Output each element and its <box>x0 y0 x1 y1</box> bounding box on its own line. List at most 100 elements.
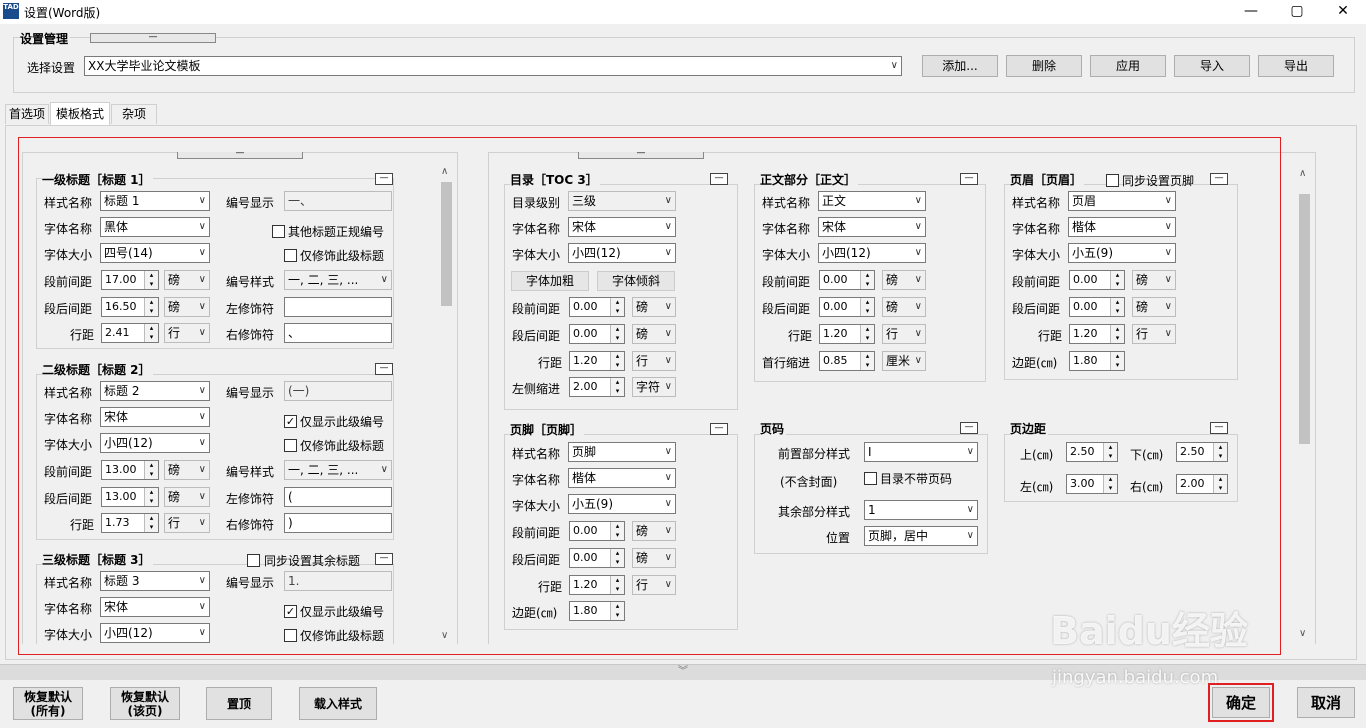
h3-cb1-label[interactable]: 仅显示此级编号 <box>300 603 384 620</box>
pin-top-button[interactable]: 置顶 <box>206 687 272 720</box>
body-size-select[interactable]: 小四(12) <box>818 243 926 263</box>
add-button[interactable]: 添加... <box>922 55 998 77</box>
h3-collapse-button[interactable]: — <box>375 553 393 565</box>
footer-style-select[interactable]: 页脚 <box>568 442 676 462</box>
tab-misc[interactable]: 杂项 <box>111 104 157 124</box>
toc-font-select[interactable]: 宋体 <box>568 217 676 237</box>
footer-after-spin[interactable]: 0.00 <box>569 548 625 568</box>
header-sync-label[interactable]: 同步设置页脚 <box>1122 172 1194 189</box>
footer-before-unit[interactable]: 磅 <box>632 521 676 541</box>
restore-page-button[interactable]: 恢复默认 (该页) <box>110 687 180 720</box>
minimize-button[interactable]: — <box>1228 0 1274 24</box>
h2-line-unit[interactable]: 行 <box>164 513 210 533</box>
delete-button[interactable]: 删除 <box>1006 55 1082 77</box>
tab-preferences[interactable]: 首选项 <box>5 104 49 124</box>
h1-line-spin[interactable]: 2.41 <box>101 323 159 343</box>
h1-cb1-checkbox[interactable] <box>272 225 285 238</box>
h1-size-select[interactable]: 四号(14) <box>100 243 210 263</box>
toc-bold-toggle[interactable]: 字体加粗 <box>511 271 589 291</box>
import-button[interactable]: 导入 <box>1174 55 1250 77</box>
h2-right-input[interactable]: ) <box>284 513 392 533</box>
toc-italic-toggle[interactable]: 字体倾斜 <box>597 271 675 291</box>
load-style-button[interactable]: 载入样式 <box>299 687 377 720</box>
margins-collapse-button[interactable]: — <box>1210 422 1228 434</box>
header-collapse-button[interactable]: — <box>1210 173 1228 185</box>
h2-cb2-label[interactable]: 仅修饰此级标题 <box>300 437 384 454</box>
h2-cb2-checkbox[interactable] <box>284 439 297 452</box>
footer-margin-spin[interactable]: 1.80 <box>569 601 625 621</box>
right-collapse-bar[interactable]: — <box>578 152 704 159</box>
margin-left-spin[interactable]: 3.00 <box>1066 474 1118 494</box>
h1-line-unit[interactable]: 行 <box>164 323 210 343</box>
apply-button[interactable]: 应用 <box>1090 55 1166 77</box>
margin-bottom-spin[interactable]: 2.50 <box>1176 442 1228 462</box>
body-collapse-button[interactable]: — <box>960 173 978 185</box>
h1-before-spin[interactable]: 17.00 <box>101 270 159 290</box>
header-before-unit[interactable]: 磅 <box>1132 270 1176 290</box>
h2-cb1-checkbox[interactable]: ✓ <box>284 415 297 428</box>
right-scroll-thumb[interactable] <box>1299 194 1310 444</box>
toc-line-spin[interactable]: 1.20 <box>569 351 625 371</box>
footer-line-unit[interactable]: 行 <box>632 575 676 595</box>
header-line-unit[interactable]: 行 <box>1132 324 1176 344</box>
footer-line-spin[interactable]: 1.20 <box>569 575 625 595</box>
footer-after-unit[interactable]: 磅 <box>632 548 676 568</box>
h1-cb1-label[interactable]: 其他标题正规编号 <box>288 223 384 240</box>
h2-before-unit[interactable]: 磅 <box>164 460 210 480</box>
h2-cb1-label[interactable]: 仅显示此级编号 <box>300 413 384 430</box>
h2-before-spin[interactable]: 13.00 <box>101 460 159 480</box>
left-scrollbar[interactable]: ∧ ∨ <box>438 164 455 642</box>
footer-collapse-button[interactable]: — <box>710 423 728 435</box>
pagenum-front-select[interactable]: I <box>864 442 978 462</box>
margin-top-spin[interactable]: 2.50 <box>1066 442 1118 462</box>
tab-template-format[interactable]: 模板格式 <box>50 102 110 126</box>
h1-after-spin[interactable]: 16.50 <box>101 297 159 317</box>
left-scroll-thumb[interactable] <box>441 182 452 306</box>
toc-indent-unit[interactable]: 字符 <box>632 377 676 397</box>
h1-right-input[interactable]: 、 <box>284 323 392 343</box>
margin-right-spin[interactable]: 2.00 <box>1176 474 1228 494</box>
body-style-select[interactable]: 正文 <box>818 191 926 211</box>
h2-after-unit[interactable]: 磅 <box>164 487 210 507</box>
h3-font-select[interactable]: 宋体 <box>100 597 210 617</box>
header-after-spin[interactable]: 0.00 <box>1069 297 1125 317</box>
h2-after-spin[interactable]: 13.00 <box>101 487 159 507</box>
h1-collapse-button[interactable]: — <box>375 173 393 185</box>
h3-size-select[interactable]: 小四(12) <box>100 623 210 643</box>
h2-left-input[interactable]: ( <box>284 487 392 507</box>
toc-before-spin[interactable]: 0.00 <box>569 297 625 317</box>
footer-before-spin[interactable]: 0.00 <box>569 521 625 541</box>
h3-style-select[interactable]: 标题 3 <box>100 571 210 591</box>
pagenum-collapse-button[interactable]: — <box>960 422 978 434</box>
pagenum-pos-select[interactable]: 页脚，居中 <box>864 526 978 546</box>
toc-collapse-button[interactable]: — <box>710 173 728 185</box>
collapse-bar[interactable]: — <box>90 33 216 43</box>
header-size-select[interactable]: 小五(9) <box>1068 243 1176 263</box>
h1-after-unit[interactable]: 磅 <box>164 297 210 317</box>
header-margin-spin[interactable]: 1.80 <box>1069 351 1125 371</box>
pagenum-toc-label[interactable]: 目录不带页码 <box>880 470 952 487</box>
restore-all-button[interactable]: 恢复默认 (所有) <box>13 687 83 720</box>
h2-line-spin[interactable]: 1.73 <box>101 513 159 533</box>
body-line-unit[interactable]: 行 <box>882 324 926 344</box>
h3-sync-checkbox[interactable] <box>247 554 260 567</box>
header-after-unit[interactable]: 磅 <box>1132 297 1176 317</box>
body-after-unit[interactable]: 磅 <box>882 297 926 317</box>
body-before-spin[interactable]: 0.00 <box>819 270 875 290</box>
body-font-select[interactable]: 宋体 <box>818 217 926 237</box>
h3-sync-label[interactable]: 同步设置其余标题 <box>264 552 360 569</box>
h1-style-select[interactable]: 标题 1 <box>100 191 210 211</box>
body-before-unit[interactable]: 磅 <box>882 270 926 290</box>
toc-after-spin[interactable]: 0.00 <box>569 324 625 344</box>
header-sync-checkbox[interactable] <box>1106 174 1119 187</box>
body-indent-spin[interactable]: 0.85 <box>819 351 875 371</box>
header-before-spin[interactable]: 0.00 <box>1069 270 1125 290</box>
h1-cb2-checkbox[interactable] <box>284 249 297 262</box>
export-button[interactable]: 导出 <box>1258 55 1334 77</box>
h1-numstyle-select[interactable]: 一, 二, 三, ... <box>284 270 392 290</box>
toc-size-select[interactable]: 小四(12) <box>568 243 676 263</box>
maximize-button[interactable]: ▢ <box>1274 0 1320 24</box>
body-indent-unit[interactable]: 厘米 <box>882 351 926 371</box>
header-line-spin[interactable]: 1.20 <box>1069 324 1125 344</box>
footer-size-select[interactable]: 小五(9) <box>568 494 676 514</box>
